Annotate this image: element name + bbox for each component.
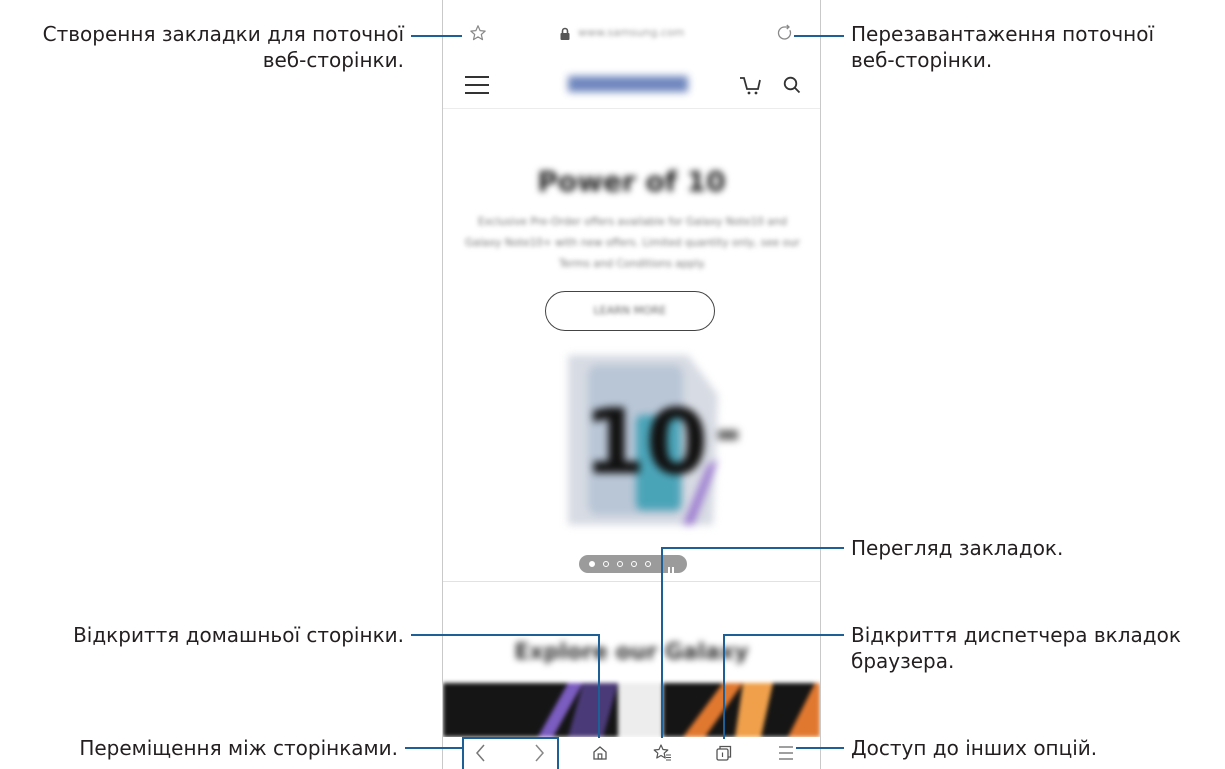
callout-more-options: Доступ до інших опцій. xyxy=(851,736,1098,760)
carousel-dot[interactable] xyxy=(645,561,651,567)
callout-reload: Перезавантаження поточної веб-сторінки. xyxy=(851,21,1221,73)
callout-home: Відкриття домашньої сторінки. xyxy=(73,623,404,647)
back-arrow-icon[interactable] xyxy=(473,743,489,763)
section-title: Explore our Galaxy xyxy=(514,640,749,665)
learn-more-button[interactable]: LEARN MORE xyxy=(545,291,715,331)
callout-line-home xyxy=(411,634,600,636)
callout-tab-manager-line2: браузера. xyxy=(851,649,955,673)
bookmark-star-icon[interactable] xyxy=(469,24,487,42)
callout-line-more-options xyxy=(796,747,844,749)
callout-line-navigate-right xyxy=(557,737,559,769)
home-icon[interactable] xyxy=(592,745,608,761)
lock-icon xyxy=(559,26,571,40)
callout-line-home-v xyxy=(598,634,600,738)
callout-tab-manager: Відкриття диспетчера вкладок браузера. xyxy=(851,622,1225,674)
hamburger-menu-icon[interactable] xyxy=(463,74,491,96)
callout-line-view-bookmarks xyxy=(661,547,844,549)
promo-banner[interactable] xyxy=(443,683,820,737)
learn-more-label: LEARN MORE xyxy=(593,304,667,317)
url-text[interactable]: www.samsung.com xyxy=(578,26,684,39)
carousel-dot[interactable] xyxy=(617,561,623,567)
bottom-toolbar xyxy=(443,737,820,769)
callout-bookmark-add-line2: веб-сторінки. xyxy=(262,48,404,72)
more-options-icon[interactable] xyxy=(777,745,795,761)
section-divider xyxy=(443,581,820,582)
svg-text:10: 10 xyxy=(583,390,708,495)
reload-icon[interactable] xyxy=(776,24,794,42)
callout-line-tab-manager xyxy=(723,634,844,636)
site-header xyxy=(443,62,820,109)
hero-title: Power of 10 xyxy=(537,165,726,198)
callout-reload-line1: Перезавантаження поточної xyxy=(851,22,1155,46)
carousel-dot[interactable] xyxy=(631,561,637,567)
carousel-indicator[interactable] xyxy=(579,555,687,575)
forward-arrow-icon[interactable] xyxy=(531,743,547,763)
callout-line-navigate-bracket xyxy=(462,737,559,739)
callout-line-view-bookmarks-v xyxy=(661,547,663,738)
pause-icon[interactable] xyxy=(667,560,675,575)
callout-line-bookmark-add xyxy=(411,35,462,37)
callout-line-navigate-left xyxy=(462,737,464,769)
carousel-dot[interactable] xyxy=(603,561,609,567)
callout-view-bookmarks: Перегляд закладок. xyxy=(851,536,1064,560)
callout-line-navigate xyxy=(405,747,462,749)
callout-navigate: Переміщення між сторінками. xyxy=(79,736,398,760)
callout-bookmark-add: Створення закладки для поточної веб-стор… xyxy=(0,21,404,73)
search-icon[interactable] xyxy=(782,75,802,95)
carousel-dot[interactable] xyxy=(589,561,595,567)
url-bar[interactable]: www.samsung.com xyxy=(443,16,820,50)
product-image: 10 xyxy=(568,355,738,525)
tabs-icon[interactable] xyxy=(715,744,733,762)
callout-bookmark-add-line1: Створення закладки для поточної xyxy=(42,22,404,46)
callout-reload-line2: веб-сторінки. xyxy=(851,48,993,72)
hero-description: Exclusive Pre-Order offers available for… xyxy=(465,216,800,270)
callout-line-reload xyxy=(794,35,844,37)
bookmarks-icon[interactable] xyxy=(653,743,673,763)
browser-screen: www.samsung.com Power of 10 Exclusive Pr… xyxy=(442,0,821,769)
cart-icon[interactable] xyxy=(739,74,763,96)
callout-line-tab-manager-v xyxy=(723,634,725,739)
callout-tab-manager-line1: Відкриття диспетчера вкладок xyxy=(851,623,1181,647)
brand-logo[interactable] xyxy=(568,76,688,92)
